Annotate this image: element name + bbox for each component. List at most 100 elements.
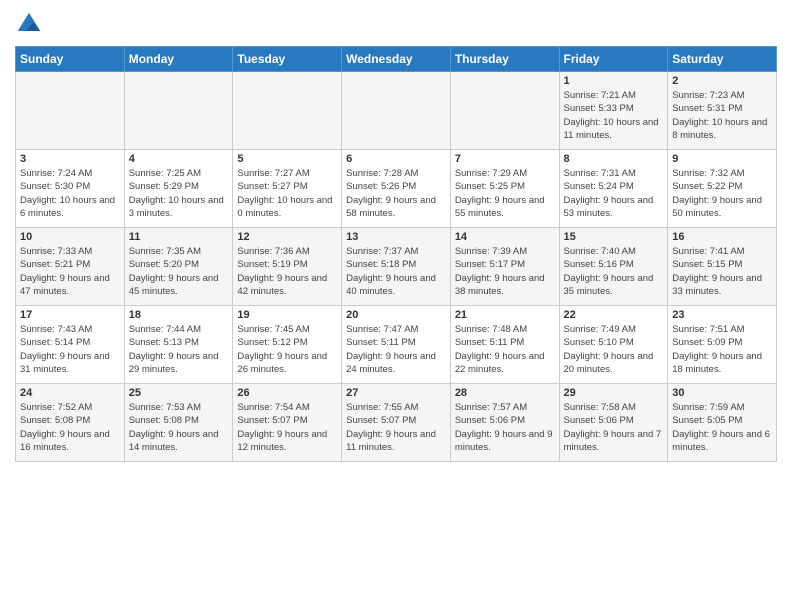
calendar-cell: 21 Sunrise: 7:48 AM Sunset: 5:11 PM Dayli… bbox=[450, 306, 559, 384]
day-number: 16 bbox=[672, 231, 772, 243]
day-number: 18 bbox=[129, 309, 229, 321]
day-info: Sunrise: 7:59 AM Sunset: 5:05 PM Dayligh… bbox=[672, 401, 772, 454]
day-info: Sunrise: 7:54 AM Sunset: 5:07 PM Dayligh… bbox=[237, 401, 337, 454]
day-info: Sunrise: 7:32 AM Sunset: 5:22 PM Dayligh… bbox=[672, 167, 772, 220]
calendar-cell: 25 Sunrise: 7:53 AM Sunset: 5:08 PM Dayli… bbox=[124, 384, 233, 462]
calendar-cell: 9Sunrise: 7:32 AM Sunset: 5:22 PM Daylig… bbox=[668, 150, 777, 228]
day-number: 29 bbox=[564, 387, 664, 399]
calendar-cell: 17Sunrise: 7:43 AM Sunset: 5:14 PM Dayli… bbox=[16, 306, 125, 384]
day-info: Sunrise: 7:27 AM Sunset: 5:27 PM Dayligh… bbox=[237, 167, 337, 220]
calendar-cell: 20 Sunrise: 7:47 AM Sunset: 5:11 PM Dayli… bbox=[342, 306, 451, 384]
calendar-cell: 23 Sunrise: 7:51 AM Sunset: 5:09 PM Dayli… bbox=[668, 306, 777, 384]
day-info: Sunrise: 7:45 AM Sunset: 5:12 PM Dayligh… bbox=[237, 323, 337, 376]
day-info: Sunrise: 7:49 AM Sunset: 5:10 PM Dayligh… bbox=[564, 323, 664, 376]
header bbox=[15, 10, 777, 38]
calendar-week-4: 17Sunrise: 7:43 AM Sunset: 5:14 PM Dayli… bbox=[16, 306, 777, 384]
day-number: 10 bbox=[20, 231, 120, 243]
calendar-cell: 14 Sunrise: 7:39 AM Sunset: 5:17 PM Dayli… bbox=[450, 228, 559, 306]
calendar-cell bbox=[124, 72, 233, 150]
calendar-week-3: 10 Sunrise: 7:33 AM Sunset: 5:21 PM Dayli… bbox=[16, 228, 777, 306]
day-info: Sunrise: 7:53 AM Sunset: 5:08 PM Dayligh… bbox=[129, 401, 229, 454]
day-info: Sunrise: 7:21 AM Sunset: 5:33 PM Dayligh… bbox=[564, 89, 664, 142]
day-info: Sunrise: 7:29 AM Sunset: 5:25 PM Dayligh… bbox=[455, 167, 555, 220]
calendar-cell bbox=[16, 72, 125, 150]
calendar-cell bbox=[233, 72, 342, 150]
calendar-cell: 24 Sunrise: 7:52 AM Sunset: 5:08 PM Dayli… bbox=[16, 384, 125, 462]
day-info: Sunrise: 7:35 AM Sunset: 5:20 PM Dayligh… bbox=[129, 245, 229, 298]
day-number: 21 bbox=[455, 309, 555, 321]
day-info: Sunrise: 7:33 AM Sunset: 5:21 PM Dayligh… bbox=[20, 245, 120, 298]
day-info: Sunrise: 7:55 AM Sunset: 5:07 PM Dayligh… bbox=[346, 401, 446, 454]
calendar-cell: 12 Sunrise: 7:36 AM Sunset: 5:19 PM Dayli… bbox=[233, 228, 342, 306]
calendar-cell: 29 Sunrise: 7:58 AM Sunset: 5:06 PM Dayli… bbox=[559, 384, 668, 462]
day-number: 4 bbox=[129, 153, 229, 165]
day-number: 11 bbox=[129, 231, 229, 243]
day-number: 2 bbox=[672, 75, 772, 87]
day-number: 17 bbox=[20, 309, 120, 321]
calendar-cell: 16 Sunrise: 7:41 AM Sunset: 5:15 PM Dayli… bbox=[668, 228, 777, 306]
calendar-cell: 18 Sunrise: 7:44 AM Sunset: 5:13 PM Dayli… bbox=[124, 306, 233, 384]
calendar-cell: 4 Sunrise: 7:25 AM Sunset: 5:29 PM Daylig… bbox=[124, 150, 233, 228]
calendar-cell bbox=[450, 72, 559, 150]
day-number: 15 bbox=[564, 231, 664, 243]
day-info: Sunrise: 7:39 AM Sunset: 5:17 PM Dayligh… bbox=[455, 245, 555, 298]
day-number: 24 bbox=[20, 387, 120, 399]
day-info: Sunrise: 7:28 AM Sunset: 5:26 PM Dayligh… bbox=[346, 167, 446, 220]
calendar-cell: 28Sunrise: 7:57 AM Sunset: 5:06 PM Dayli… bbox=[450, 384, 559, 462]
day-number: 5 bbox=[237, 153, 337, 165]
logo-icon bbox=[15, 10, 43, 38]
header-cell-tuesday: Tuesday bbox=[233, 47, 342, 72]
calendar-cell: 10 Sunrise: 7:33 AM Sunset: 5:21 PM Dayli… bbox=[16, 228, 125, 306]
calendar-week-5: 24 Sunrise: 7:52 AM Sunset: 5:08 PM Dayli… bbox=[16, 384, 777, 462]
calendar-cell: 15 Sunrise: 7:40 AM Sunset: 5:16 PM Dayli… bbox=[559, 228, 668, 306]
calendar-cell: 13Sunrise: 7:37 AM Sunset: 5:18 PM Dayli… bbox=[342, 228, 451, 306]
day-number: 19 bbox=[237, 309, 337, 321]
day-number: 7 bbox=[455, 153, 555, 165]
header-cell-sunday: Sunday bbox=[16, 47, 125, 72]
calendar-cell: 22Sunrise: 7:49 AM Sunset: 5:10 PM Dayli… bbox=[559, 306, 668, 384]
day-number: 20 bbox=[346, 309, 446, 321]
day-number: 13 bbox=[346, 231, 446, 243]
calendar-cell: 30 Sunrise: 7:59 AM Sunset: 5:05 PM Dayli… bbox=[668, 384, 777, 462]
calendar-header-row: SundayMondayTuesdayWednesdayThursdayFrid… bbox=[16, 47, 777, 72]
day-number: 14 bbox=[455, 231, 555, 243]
day-number: 27 bbox=[346, 387, 446, 399]
header-cell-wednesday: Wednesday bbox=[342, 47, 451, 72]
day-info: Sunrise: 7:24 AM Sunset: 5:30 PM Dayligh… bbox=[20, 167, 120, 220]
day-info: Sunrise: 7:25 AM Sunset: 5:29 PM Dayligh… bbox=[129, 167, 229, 220]
calendar-week-2: 3 Sunrise: 7:24 AM Sunset: 5:30 PM Daylig… bbox=[16, 150, 777, 228]
day-number: 23 bbox=[672, 309, 772, 321]
logo bbox=[15, 10, 47, 38]
day-info: Sunrise: 7:36 AM Sunset: 5:19 PM Dayligh… bbox=[237, 245, 337, 298]
day-number: 30 bbox=[672, 387, 772, 399]
calendar-cell: 19 Sunrise: 7:45 AM Sunset: 5:12 PM Dayli… bbox=[233, 306, 342, 384]
calendar-cell: 26 Sunrise: 7:54 AM Sunset: 5:07 PM Dayli… bbox=[233, 384, 342, 462]
day-info: Sunrise: 7:57 AM Sunset: 5:06 PM Dayligh… bbox=[455, 401, 555, 454]
day-number: 25 bbox=[129, 387, 229, 399]
header-cell-friday: Friday bbox=[559, 47, 668, 72]
calendar-cell: 27 Sunrise: 7:55 AM Sunset: 5:07 PM Dayli… bbox=[342, 384, 451, 462]
day-info: Sunrise: 7:47 AM Sunset: 5:11 PM Dayligh… bbox=[346, 323, 446, 376]
day-info: Sunrise: 7:58 AM Sunset: 5:06 PM Dayligh… bbox=[564, 401, 664, 454]
header-cell-saturday: Saturday bbox=[668, 47, 777, 72]
day-info: Sunrise: 7:51 AM Sunset: 5:09 PM Dayligh… bbox=[672, 323, 772, 376]
day-number: 6 bbox=[346, 153, 446, 165]
calendar-cell: 2 Sunrise: 7:23 AM Sunset: 5:31 PM Daylig… bbox=[668, 72, 777, 150]
day-info: Sunrise: 7:40 AM Sunset: 5:16 PM Dayligh… bbox=[564, 245, 664, 298]
calendar-cell bbox=[342, 72, 451, 150]
day-number: 26 bbox=[237, 387, 337, 399]
calendar-body: 1Sunrise: 7:21 AM Sunset: 5:33 PM Daylig… bbox=[16, 72, 777, 462]
page: SundayMondayTuesdayWednesdayThursdayFrid… bbox=[0, 0, 792, 612]
day-number: 3 bbox=[20, 153, 120, 165]
day-info: Sunrise: 7:48 AM Sunset: 5:11 PM Dayligh… bbox=[455, 323, 555, 376]
calendar-cell: 1Sunrise: 7:21 AM Sunset: 5:33 PM Daylig… bbox=[559, 72, 668, 150]
day-info: Sunrise: 7:23 AM Sunset: 5:31 PM Dayligh… bbox=[672, 89, 772, 142]
day-info: Sunrise: 7:41 AM Sunset: 5:15 PM Dayligh… bbox=[672, 245, 772, 298]
calendar-cell: 6 Sunrise: 7:28 AM Sunset: 5:26 PM Daylig… bbox=[342, 150, 451, 228]
calendar-table: SundayMondayTuesdayWednesdayThursdayFrid… bbox=[15, 46, 777, 462]
calendar-cell: 3 Sunrise: 7:24 AM Sunset: 5:30 PM Daylig… bbox=[16, 150, 125, 228]
day-info: Sunrise: 7:44 AM Sunset: 5:13 PM Dayligh… bbox=[129, 323, 229, 376]
day-number: 12 bbox=[237, 231, 337, 243]
day-info: Sunrise: 7:52 AM Sunset: 5:08 PM Dayligh… bbox=[20, 401, 120, 454]
header-cell-thursday: Thursday bbox=[450, 47, 559, 72]
